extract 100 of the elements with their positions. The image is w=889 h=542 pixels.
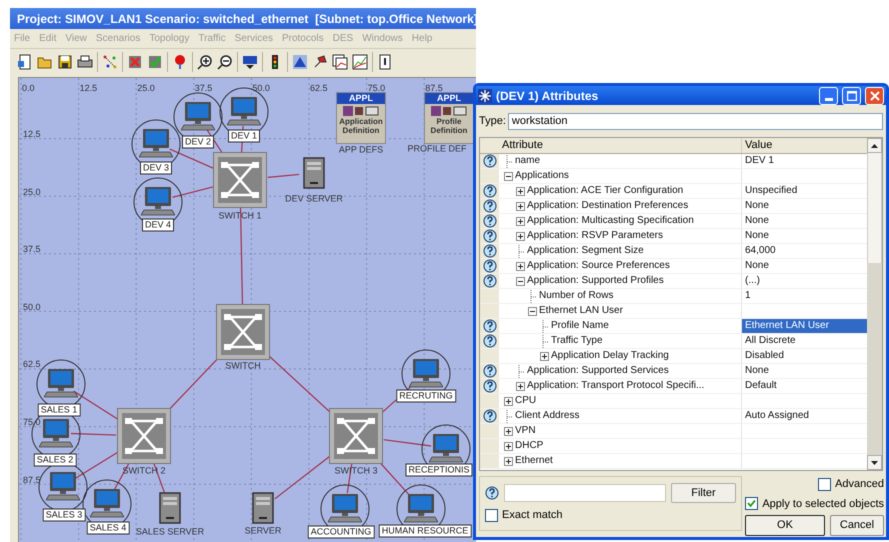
expand-icon[interactable] bbox=[516, 382, 525, 390]
help-icon[interactable] bbox=[482, 409, 496, 423]
maximize-icon bbox=[846, 90, 856, 100]
workstation-icon bbox=[90, 488, 124, 518]
tree-row[interactable]: Ethernet LAN User bbox=[480, 304, 867, 319]
value-cell[interactable]: Disabled bbox=[742, 349, 867, 363]
attribute-name: Number of Rows bbox=[539, 291, 614, 301]
value-cell[interactable]: Unspecified bbox=[742, 184, 867, 198]
filter-field[interactable] bbox=[504, 484, 666, 502]
expand-icon[interactable] bbox=[504, 442, 513, 450]
help-icon[interactable] bbox=[482, 334, 496, 348]
expand-icon[interactable] bbox=[516, 202, 525, 210]
minimize-icon bbox=[824, 98, 832, 100]
help-icon[interactable] bbox=[482, 199, 496, 213]
monitor-icon[interactable] bbox=[242, 54, 258, 70]
printer-icon[interactable] bbox=[77, 54, 93, 70]
definition-node[interactable]: APPL Application Definition bbox=[336, 92, 386, 144]
value-cell[interactable]: All Discrete bbox=[742, 334, 867, 348]
cross-icon[interactable] bbox=[127, 54, 143, 70]
new-document-icon[interactable] bbox=[17, 54, 33, 70]
value-cell[interactable]: 64,000 bbox=[742, 244, 867, 258]
collapse-icon[interactable] bbox=[528, 306, 537, 316]
help-icon[interactable] bbox=[485, 486, 499, 500]
expand-icon[interactable] bbox=[516, 262, 525, 270]
checkbox[interactable] bbox=[485, 508, 498, 522]
collapse-icon[interactable] bbox=[504, 172, 513, 180]
value-cell[interactable]: Default bbox=[742, 379, 867, 393]
value-cell[interactable]: None bbox=[742, 229, 867, 243]
help-icon[interactable] bbox=[482, 229, 496, 243]
line-chart-icon[interactable] bbox=[352, 54, 368, 70]
node-label: SALES 2 bbox=[34, 454, 76, 466]
help-icon[interactable] bbox=[482, 364, 496, 378]
filter-button[interactable]: Filter bbox=[671, 483, 736, 503]
axis-tick-label: 12.5 bbox=[23, 130, 41, 139]
zoom-out-icon[interactable] bbox=[217, 54, 233, 70]
value-cell[interactable]: Ethernet LAN User bbox=[742, 319, 867, 333]
attribute-name: Application: Destination Preferences bbox=[527, 201, 688, 211]
value-cell[interactable]: DEV 1 bbox=[742, 154, 867, 168]
help-icon[interactable] bbox=[482, 274, 496, 288]
node-label: DEV 2 bbox=[182, 136, 214, 148]
definition-node[interactable]: APPL Profile Definition bbox=[424, 92, 474, 144]
node-label: PROFILE DEF bbox=[408, 144, 466, 154]
column-header[interactable]: Value bbox=[742, 138, 867, 153]
expand-icon[interactable] bbox=[516, 216, 525, 226]
check-icon[interactable] bbox=[147, 54, 163, 70]
collapse-icon[interactable] bbox=[516, 276, 525, 286]
attribute-name: Applications bbox=[515, 171, 569, 181]
dialog-button[interactable]: Cancel bbox=[830, 515, 884, 536]
expand-icon[interactable] bbox=[516, 186, 525, 196]
checkbox[interactable] bbox=[745, 497, 758, 510]
window-chart-icon[interactable] bbox=[332, 54, 348, 70]
node-label: DEV 4 bbox=[142, 218, 174, 232]
tree-row[interactable]: Applications bbox=[480, 169, 867, 184]
value-cell[interactable]: None bbox=[742, 199, 867, 213]
column-header[interactable]: Attribute bbox=[499, 138, 742, 153]
tree-row[interactable]: VPN bbox=[480, 424, 867, 439]
value-cell[interactable]: None bbox=[742, 364, 867, 378]
help-icon[interactable] bbox=[482, 184, 496, 198]
network-canvas[interactable] bbox=[18, 77, 476, 542]
value-cell[interactable]: None bbox=[742, 259, 867, 273]
value-cell[interactable]: Auto Assigned bbox=[742, 409, 867, 423]
link-line bbox=[268, 174, 300, 178]
value-cell[interactable]: 1 bbox=[742, 289, 867, 303]
document-icon[interactable] bbox=[377, 54, 393, 70]
zoom-in-icon[interactable] bbox=[197, 54, 213, 70]
maximize-button[interactable] bbox=[842, 86, 861, 104]
tree-row[interactable]: Ethernet bbox=[480, 454, 867, 469]
pushpin-icon[interactable] bbox=[312, 54, 328, 70]
close-button[interactable] bbox=[865, 86, 884, 104]
workstation-icon bbox=[409, 358, 443, 388]
help-icon[interactable] bbox=[482, 259, 496, 273]
help-icon[interactable] bbox=[482, 244, 496, 258]
expand-icon[interactable] bbox=[504, 426, 513, 436]
close-icon bbox=[870, 90, 880, 100]
help-icon[interactable] bbox=[482, 379, 496, 393]
value-cell[interactable]: (...) bbox=[742, 274, 867, 288]
value-cell[interactable]: None bbox=[742, 214, 867, 228]
tree-row[interactable]: CPU bbox=[480, 394, 867, 409]
node-label: SWITCH bbox=[225, 362, 261, 370]
scroll-up-icon bbox=[871, 144, 878, 148]
minimize-button[interactable] bbox=[819, 86, 838, 104]
map-pin-icon[interactable] bbox=[172, 54, 188, 70]
tree-connector-icon bbox=[540, 334, 549, 348]
help-icon[interactable] bbox=[482, 154, 496, 168]
save-icon[interactable] bbox=[57, 54, 73, 70]
type-field[interactable]: workstation bbox=[508, 112, 883, 130]
triangle-icon[interactable] bbox=[292, 54, 308, 70]
tree-connector-icon bbox=[516, 364, 525, 378]
checkbox[interactable] bbox=[818, 478, 832, 491]
scrollbar[interactable] bbox=[867, 138, 882, 470]
scatter-icon[interactable] bbox=[102, 54, 118, 70]
expand-icon[interactable] bbox=[540, 352, 549, 360]
expand-icon[interactable] bbox=[504, 396, 513, 406]
expand-icon[interactable] bbox=[504, 456, 513, 466]
help-icon[interactable] bbox=[482, 214, 496, 228]
dialog-button[interactable]: OK bbox=[745, 515, 825, 536]
help-icon[interactable] bbox=[482, 319, 496, 333]
tree-row[interactable]: DHCP bbox=[480, 439, 867, 454]
attribute-name: Application: Supported Profiles bbox=[527, 276, 664, 286]
expand-icon[interactable] bbox=[516, 232, 525, 240]
